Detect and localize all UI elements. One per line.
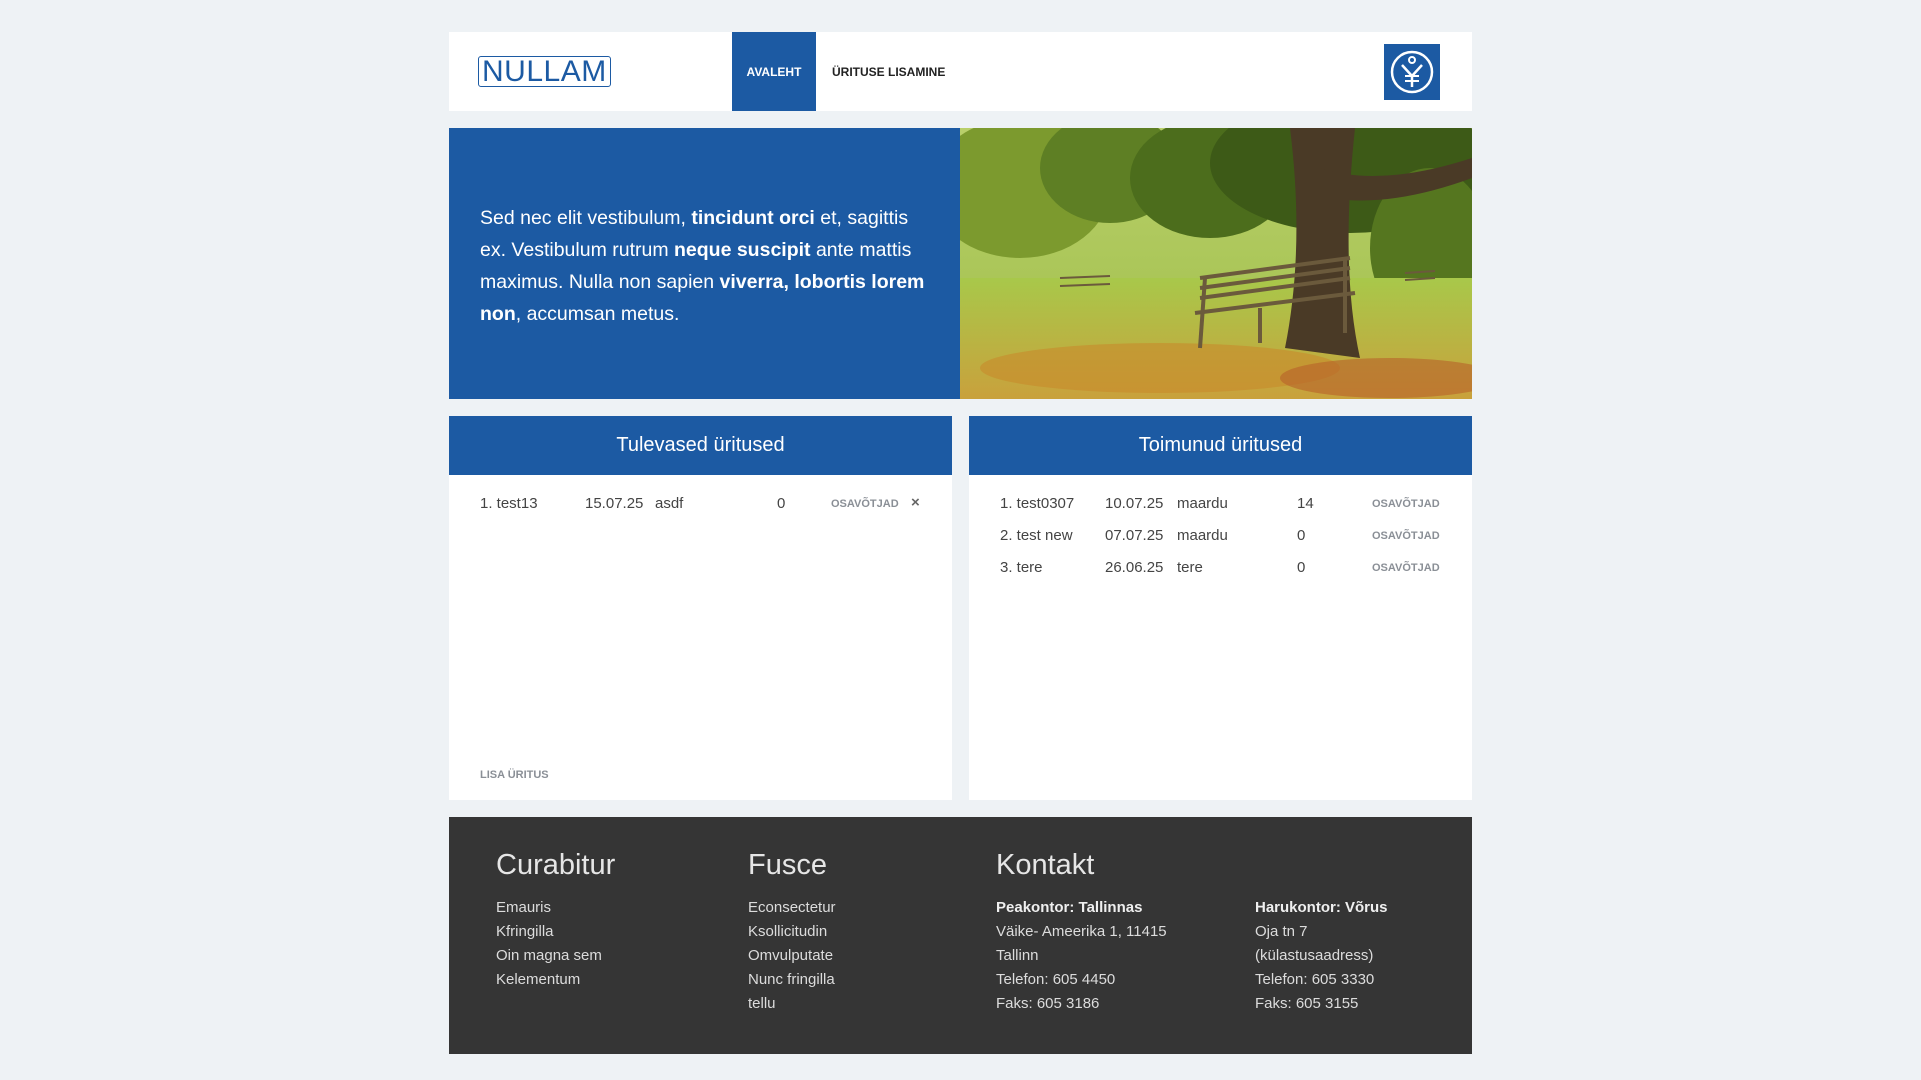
participants-link[interactable]: OSAVÕTJAD — [1372, 530, 1440, 542]
past-events-panel: Toimunud üritused 1. test0307 10.07.25 m… — [969, 416, 1472, 800]
event-participant-count: 0 — [1297, 559, 1306, 576]
delete-event-icon[interactable]: × — [911, 494, 920, 511]
footer-link[interactable]: Nunc fringilla — [748, 971, 835, 988]
footer-heading: Fusce — [748, 849, 827, 881]
participants-link[interactable]: OSAVÕTJAD — [831, 498, 899, 510]
footer-contact-branch: Harukontor: Võrus Oja tn 7 (külastusaadr… — [1255, 849, 1388, 1016]
event-row: 3. tere 26.06.25 tere 0 OSAVÕTJAD — [969, 553, 1472, 585]
event-name[interactable]: 3. tere — [1000, 559, 1043, 576]
nav-item-avaleht[interactable]: AVALEHT — [732, 32, 816, 111]
add-event-link[interactable]: LISA ÜRITUS — [480, 769, 549, 781]
emblem-logo-icon[interactable] — [1384, 44, 1440, 100]
footer-column-fusce: Fusce Econsectetur Ksollicitudin Omvulpu… — [748, 849, 836, 1016]
hero-text-bold: tincidunt orci — [691, 207, 815, 229]
event-date: 15.07.25 — [585, 495, 644, 512]
main-nav: AVALEHT ÜRITUSE LISAMINE — [732, 32, 961, 111]
footer-link[interactable]: Kelementum — [496, 971, 580, 988]
event-row: 1. test0307 10.07.25 maardu 14 OSAVÕTJAD — [969, 489, 1472, 521]
page-container: NULLAM AVALEHT ÜRITUSE LISAMINE Sed nec … — [449, 32, 1472, 1054]
event-place: asdf — [655, 495, 684, 512]
participants-link[interactable]: OSAVÕTJAD — [1372, 562, 1440, 574]
event-row: 2. test new 07.07.25 maardu 0 OSAVÕTJAD — [969, 521, 1472, 553]
event-name[interactable]: 2. test new — [1000, 527, 1073, 544]
nav-item-urituse-lisamine[interactable]: ÜRITUSE LISAMINE — [816, 32, 961, 111]
event-place: maardu — [1177, 495, 1228, 512]
office-line: (külastusaadress) — [1255, 947, 1374, 964]
office-heading: Harukontor: Võrus — [1255, 899, 1388, 916]
footer-link[interactable]: Econsectetur — [748, 899, 836, 916]
event-place: tere — [1177, 559, 1203, 576]
upcoming-events-panel: Tulevased üritused 1. test13 15.07.25 as… — [449, 416, 952, 800]
event-participant-count: 0 — [777, 495, 786, 512]
event-date: 26.06.25 — [1105, 559, 1164, 576]
footer-link[interactable]: Oin magna sem — [496, 947, 602, 964]
footer-link[interactable]: Omvulputate — [748, 947, 833, 964]
office-line: Telefon: 605 4450 — [996, 971, 1116, 988]
footer-contact-main: Kontakt Peakontor: Tallinnas Väike- Amee… — [996, 849, 1167, 1016]
event-participant-count: 0 — [1297, 527, 1306, 544]
hero-text-part: , accumsan metus. — [515, 303, 680, 325]
event-place: maardu — [1177, 527, 1228, 544]
office-line: Oja tn 7 — [1255, 923, 1308, 940]
footer-link[interactable]: Kfringilla — [496, 923, 554, 940]
site-logo[interactable]: NULLAM — [478, 56, 611, 87]
footer-heading: Curabitur — [496, 849, 616, 881]
office-line: Faks: 605 3186 — [996, 995, 1100, 1012]
footer-link[interactable]: tellu — [748, 995, 776, 1012]
hero-text-part: Sed nec elit vestibulum, — [480, 207, 692, 229]
office-line: Väike- Ameerika 1, 11415 — [996, 923, 1167, 940]
event-row: 1. test13 15.07.25 asdf 0 OSAVÕTJAD × — [449, 489, 952, 521]
hero-text: Sed nec elit vestibulum, tincidunt orci … — [449, 128, 960, 399]
office-line: Tallinn — [996, 947, 1039, 964]
upcoming-events-list: 1. test13 15.07.25 asdf 0 OSAVÕTJAD × — [449, 475, 952, 521]
event-date: 10.07.25 — [1105, 495, 1164, 512]
participants-link[interactable]: OSAVÕTJAD — [1372, 498, 1440, 510]
hero-text-bold: neque suscipit — [674, 239, 811, 261]
footer-column-curabitur: Curabitur Emauris Kfringilla Oin magna s… — [496, 849, 615, 992]
office-line: Telefon: 605 3330 — [1255, 971, 1375, 988]
event-name[interactable]: 1. test0307 — [1000, 495, 1074, 512]
events-section: Tulevased üritused 1. test13 15.07.25 as… — [449, 416, 1472, 800]
footer-heading: Kontakt — [996, 849, 1095, 881]
event-date: 07.07.25 — [1105, 527, 1164, 544]
office-line: Faks: 605 3155 — [1255, 995, 1359, 1012]
footer-link[interactable]: Emauris — [496, 899, 551, 916]
event-name[interactable]: 1. test13 — [480, 495, 538, 512]
upcoming-events-title: Tulevased üritused — [449, 416, 952, 475]
park-bench-under-tree-photo — [960, 128, 1472, 399]
hero-banner: Sed nec elit vestibulum, tincidunt orci … — [449, 128, 1472, 399]
event-participant-count: 14 — [1297, 495, 1314, 512]
past-events-title: Toimunud üritused — [969, 416, 1472, 475]
past-events-list: 1. test0307 10.07.25 maardu 14 OSAVÕTJAD… — [969, 475, 1472, 585]
site-footer: Curabitur Emauris Kfringilla Oin magna s… — [449, 817, 1472, 1054]
office-heading: Peakontor: Tallinnas — [996, 899, 1143, 916]
site-header: NULLAM AVALEHT ÜRITUSE LISAMINE — [449, 32, 1472, 111]
footer-link[interactable]: Ksollicitudin — [748, 923, 827, 940]
